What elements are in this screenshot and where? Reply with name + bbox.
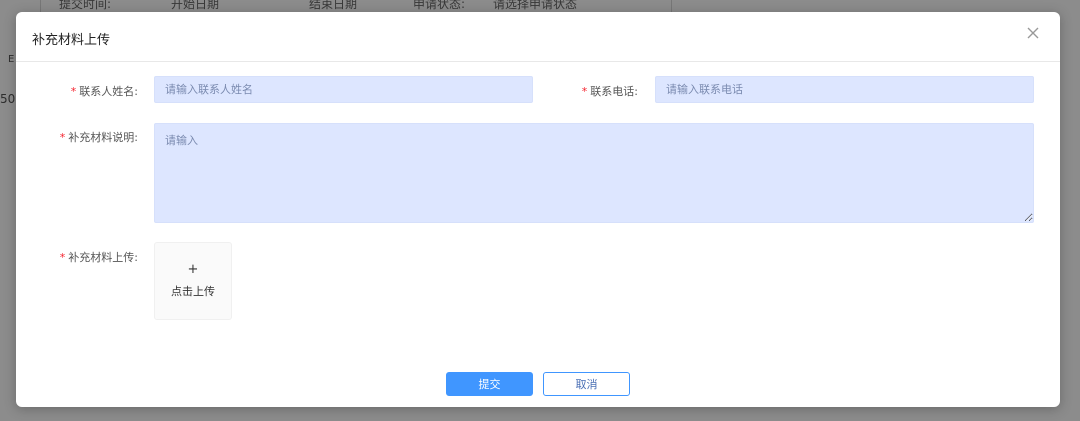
contact-name-label-text: 联系人姓名: [79,85,138,98]
contact-phone-input[interactable] [655,76,1034,103]
upload-button[interactable]: + 点击上传 [154,242,232,320]
cancel-button[interactable]: 取消 [543,372,630,396]
required-mark: * [581,85,588,98]
contact-name-label: * 联系人姓名: [71,83,138,99]
required-mark: * [59,251,66,264]
required-mark: * [59,131,66,144]
upload-button-label: 点击上传 [171,285,215,298]
close-icon [1027,27,1039,39]
upload-label-text: 补充材料上传: [68,251,138,264]
upload-dialog: 补充材料上传 *联系人姓名: *联系电话: *补充材料说明: *补充材料上传: … [16,12,1060,407]
upload-label: * 补充材料上传: [60,249,138,265]
description-textarea[interactable] [154,123,1034,223]
required-mark: * [70,85,77,98]
plus-icon: + [187,262,199,277]
close-button[interactable] [1026,26,1042,42]
dialog-title: 补充材料上传 [32,33,111,48]
contact-phone-label-text: 联系电话: [590,85,638,98]
submit-button[interactable]: 提交 [446,372,533,396]
description-label-text: 补充材料说明: [68,131,138,144]
contact-phone-label: * 联系电话: [582,83,638,99]
contact-name-input[interactable] [154,76,533,103]
dialog-header: 补充材料上传 [16,12,1060,62]
description-label: * 补充材料说明: [60,129,138,145]
